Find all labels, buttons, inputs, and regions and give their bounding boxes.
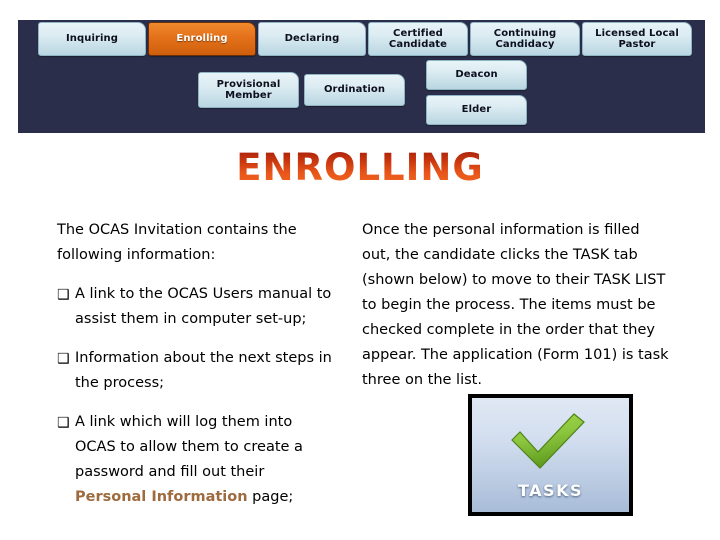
tab-provisional-member[interactable]: Provisional Member: [198, 72, 299, 108]
right-paragraph: Once the personal information is filled …: [362, 222, 669, 388]
tasks-button-label: TASKS: [518, 481, 583, 500]
list-item-label: A link to the OCAS Users manual to assis…: [75, 286, 332, 327]
tab-licensed-local-pastor[interactable]: Licensed Local Pastor: [582, 22, 692, 56]
checkbox-square-icon: ❑: [57, 351, 70, 367]
tab-ordination[interactable]: Ordination: [304, 74, 405, 106]
list-item: ❑ A link to the OCAS Users manual to assi…: [57, 282, 335, 332]
tab-inquiring[interactable]: Inquiring: [38, 22, 146, 56]
tab-deacon[interactable]: Deacon: [426, 60, 527, 90]
list-item-label: Information about the next steps in the …: [75, 350, 332, 391]
checkbox-square-icon: ❑: [57, 415, 70, 431]
page-title: ENROLLING: [0, 146, 720, 189]
left-text-column: The OCAS Invitation contains the followi…: [57, 218, 335, 510]
tasks-button-screenshot: TASKS: [468, 394, 633, 516]
tab-enrolling[interactable]: Enrolling: [148, 22, 256, 56]
checkbox-square-icon: ❑: [57, 287, 70, 303]
list-item-label: A link which will log them into OCAS to …: [75, 414, 303, 480]
tab-elder[interactable]: Elder: [426, 95, 527, 125]
left-intro-paragraph: The OCAS Invitation contains the followi…: [57, 222, 297, 263]
personal-information-highlight: Personal Information: [75, 489, 248, 505]
tab-continuing-candidacy[interactable]: Continuing Candidacy: [470, 22, 580, 56]
list-item: ❑ A link which will log them into OCAS to…: [57, 410, 335, 510]
right-text-column: Once the personal information is filled …: [362, 218, 672, 393]
list-item: ❑ Information about the next steps in the…: [57, 346, 335, 396]
tab-declaring[interactable]: Declaring: [258, 22, 366, 56]
check-mark-icon: [511, 413, 585, 469]
list-item-label-tail: page;: [247, 489, 294, 505]
tab-certified-candidate[interactable]: Certified Candidate: [368, 22, 468, 56]
